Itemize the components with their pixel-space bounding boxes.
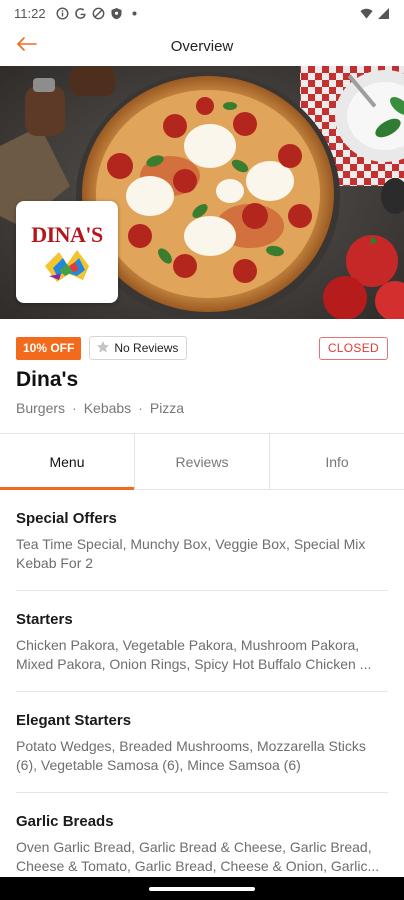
menu-category[interactable]: Starters Chicken Pakora, Vegetable Pakor…: [16, 591, 388, 692]
category-title: Starters: [16, 611, 73, 628]
home-handle[interactable]: [149, 886, 255, 891]
info-icon: [56, 6, 69, 20]
dot-icon: [128, 7, 141, 20]
status-icons: [56, 6, 141, 20]
menu-category-list: Special Offers Tea Time Special, Munchy …: [16, 490, 388, 893]
menu-category[interactable]: Special Offers Tea Time Special, Munchy …: [16, 490, 388, 591]
cuisine-list: Burgers · Kebabs · Pizza: [16, 400, 184, 416]
cuisine-item: Kebabs: [83, 400, 132, 416]
tab-info[interactable]: Info: [270, 434, 404, 489]
status-left: 11:22: [14, 6, 141, 21]
menu-category[interactable]: Elegant Starters Potato Wedges, Breaded …: [16, 692, 388, 793]
restaurant-logo: DINA'S: [16, 201, 118, 303]
category-title: Special Offers: [16, 510, 117, 527]
tab-menu[interactable]: Menu: [0, 434, 135, 490]
cuisine-item: Burgers: [16, 400, 66, 416]
category-items: Oven Garlic Bread, Garlic Bread & Cheese…: [16, 839, 380, 874]
shield-icon: [110, 7, 123, 20]
logo-text: DINA'S: [31, 222, 103, 247]
status-time: 11:22: [14, 5, 46, 21]
status-right: [360, 7, 390, 20]
wifi-icon: [360, 7, 373, 20]
badge-row: 10% OFF No Reviews CLOSED: [16, 336, 388, 360]
arrow-left-icon: [16, 36, 38, 57]
restaurant-name: Dina's: [16, 368, 79, 391]
reviews-badge[interactable]: No Reviews: [89, 336, 188, 360]
page-title: Overview: [170, 37, 234, 55]
reviews-badge-label: No Reviews: [114, 341, 179, 355]
cuisine-item: Pizza: [149, 400, 185, 416]
tab-reviews[interactable]: Reviews: [135, 434, 270, 489]
category-title: Garlic Breads: [16, 813, 114, 830]
category-items: Potato Wedges, Breaded Mushrooms, Mozzar…: [16, 738, 366, 773]
hero-image: DINA'S: [0, 66, 404, 319]
system-nav-bar: [0, 877, 404, 900]
category-items: Tea Time Special, Munchy Box, Veggie Box…: [16, 536, 366, 571]
signal-icon: [377, 7, 390, 20]
star-icon: [96, 340, 110, 357]
separator-dot: ·: [138, 400, 143, 416]
separator-dot: ·: [72, 400, 77, 416]
logo-graphic: [45, 250, 89, 282]
app-bar: Overview: [0, 26, 404, 66]
back-button[interactable]: [12, 32, 42, 60]
discount-badge: 10% OFF: [16, 336, 82, 360]
status-bar: 11:22: [0, 0, 404, 26]
status-badge: CLOSED: [318, 336, 388, 360]
category-items: Chicken Pakora, Vegetable Pakora, Mushro…: [16, 637, 372, 672]
tab-bar: Menu Reviews Info: [0, 433, 404, 490]
category-title: Elegant Starters: [16, 712, 132, 729]
google-icon: [74, 7, 87, 20]
vpn-icon: [92, 7, 105, 20]
